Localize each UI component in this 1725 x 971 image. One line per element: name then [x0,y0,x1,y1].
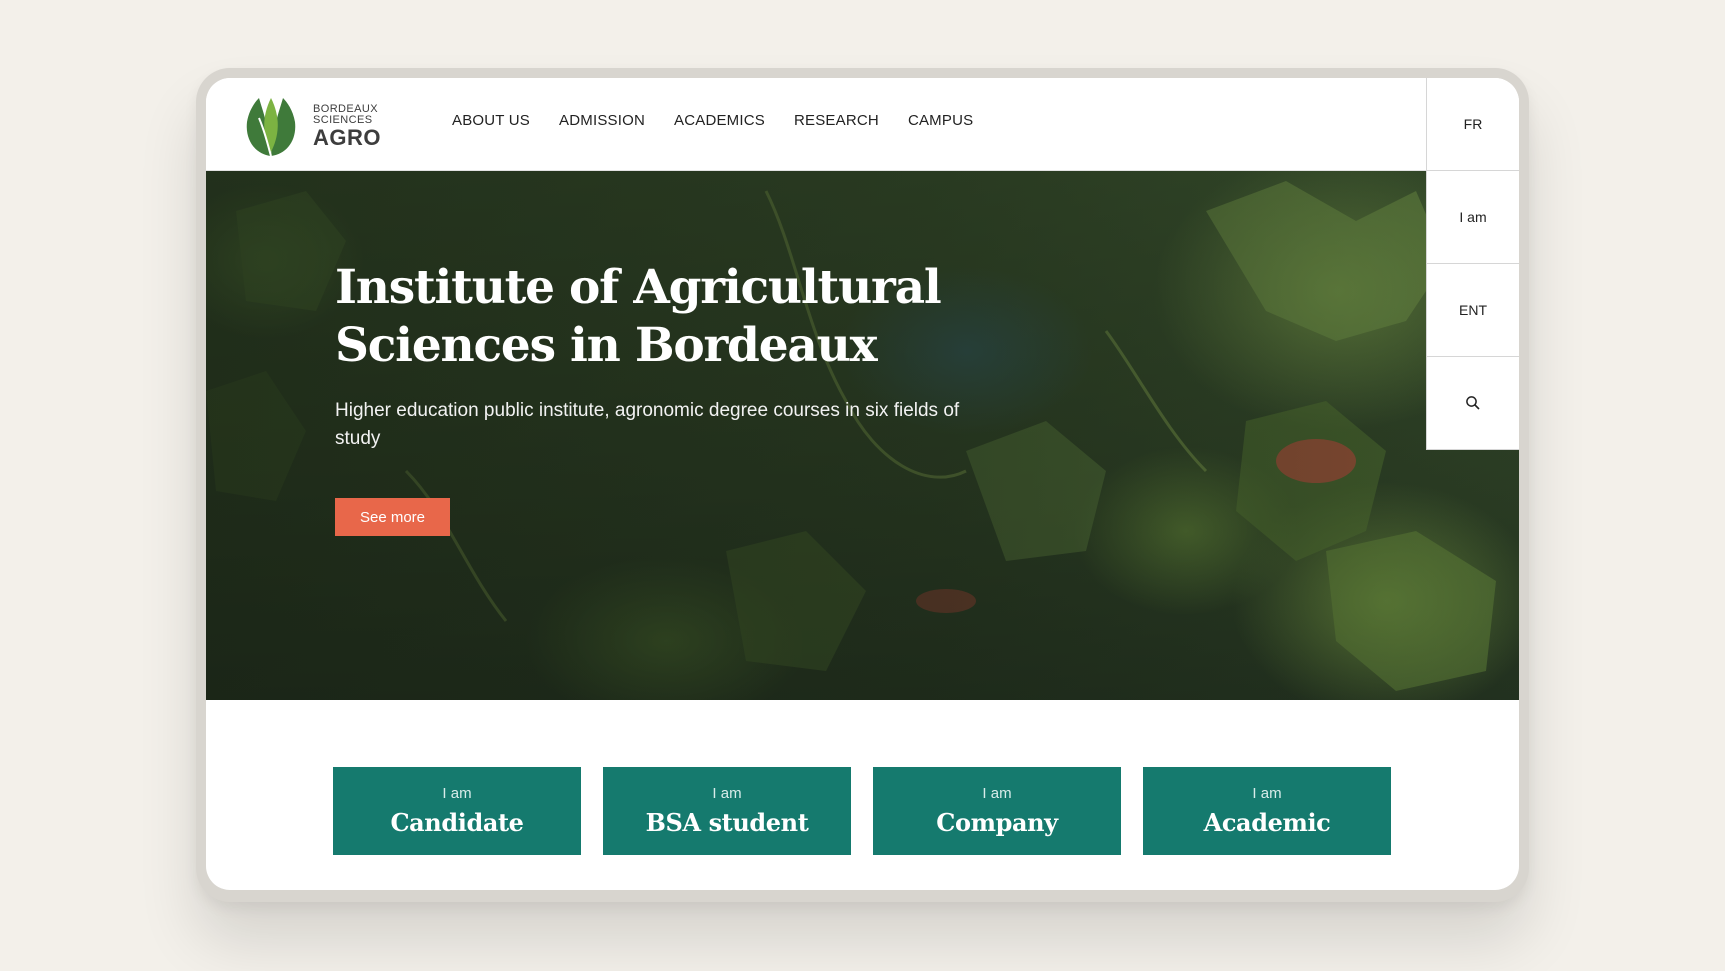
sprout-leaf-icon [246,98,296,157]
utility-column: FR I am ENT [1426,78,1519,450]
language-switch-button[interactable]: FR [1426,78,1519,171]
nav-item-admission[interactable]: ADMISSION [559,112,645,129]
card-label: Academic [1203,808,1331,837]
hero-subtitle: Higher education public institute, agron… [335,400,960,449]
hero-text-block: Institute of Agricultural Sciences in Bo… [335,259,975,453]
hero-title: Institute of Agricultural Sciences in Bo… [335,260,942,373]
search-icon [1466,396,1480,410]
card-company[interactable]: I am Company [873,767,1121,855]
card-bsa-student[interactable]: I am BSA student [603,767,851,855]
card-prefix: I am [442,785,472,802]
logo-line-agro: AGRO [313,124,381,150]
site-header: BORDEAUX SCIENCES AGRO ABOUT US ADMISSIO… [206,78,1519,171]
tablet-frame: BORDEAUX SCIENCES AGRO ABOUT US ADMISSIO… [196,68,1529,902]
logo-wordmark: BORDEAUX SCIENCES AGRO [313,102,381,150]
audience-cards: I am Candidate I am BSA student I am Com… [333,767,1391,855]
website-screen: BORDEAUX SCIENCES AGRO ABOUT US ADMISSIO… [206,78,1519,890]
nav-item-research[interactable]: RESEARCH [794,112,879,129]
nav-item-academics[interactable]: ACADEMICS [674,112,765,129]
logo-line-sciences: SCIENCES [313,113,373,126]
card-academic[interactable]: I am Academic [1143,767,1391,855]
i-am-menu-button[interactable]: I am [1426,171,1519,264]
logo-line-bordeaux: BORDEAUX [313,102,378,115]
hero-banner: Institute of Agricultural Sciences in Bo… [206,171,1519,700]
card-prefix: I am [982,785,1012,802]
card-label: Candidate [390,808,524,837]
site-logo[interactable]: BORDEAUX SCIENCES AGRO [241,91,401,161]
ent-button[interactable]: ENT [1426,264,1519,357]
card-candidate[interactable]: I am Candidate [333,767,581,855]
search-button[interactable] [1426,357,1519,450]
card-prefix: I am [1252,785,1282,802]
card-label: Company [936,808,1058,837]
main-nav: ABOUT US ADMISSION ACADEMICS RESEARCH CA… [452,112,973,129]
card-label: BSA student [645,808,809,837]
nav-item-about-us[interactable]: ABOUT US [452,112,530,129]
see-more-button[interactable]: See more [335,498,450,536]
card-prefix: I am [712,785,742,802]
nav-item-campus[interactable]: CAMPUS [908,112,973,129]
